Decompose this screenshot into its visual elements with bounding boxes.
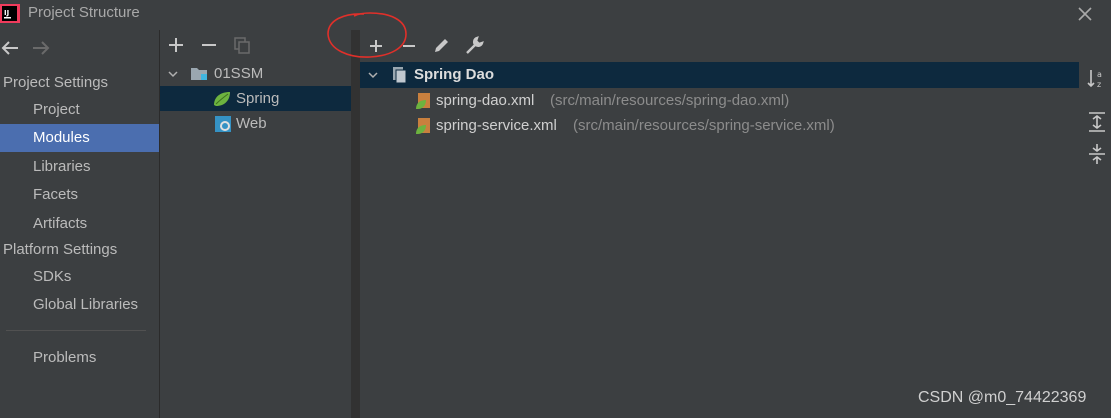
sidebar-item-facets[interactable]: Facets xyxy=(0,181,159,209)
remove-module-icon[interactable] xyxy=(199,35,219,55)
forward-arrow-icon[interactable] xyxy=(30,38,52,58)
history-navigation xyxy=(0,38,60,58)
sidebar-item-modules[interactable]: Modules xyxy=(0,124,159,152)
file-row-spring-service[interactable]: spring-service.xml (src/main/resources/s… xyxy=(415,113,1015,138)
sort-alphabetically-icon[interactable]: a z xyxy=(1087,68,1107,90)
tree-row-root[interactable]: 01SSM xyxy=(160,61,351,86)
chevron-down-icon[interactable] xyxy=(368,70,378,80)
spring-xml-file-icon xyxy=(416,118,430,134)
back-arrow-icon[interactable] xyxy=(0,38,22,58)
spring-xml-file-icon xyxy=(416,93,430,109)
chevron-down-icon[interactable] xyxy=(168,69,178,79)
panel-splitter[interactable] xyxy=(351,30,360,418)
facet-label-spring: Spring xyxy=(236,90,280,107)
svg-text:IJ: IJ xyxy=(4,9,9,17)
project-settings-header: Project Settings xyxy=(3,74,109,91)
context-row-spring-dao[interactable]: Spring Dao xyxy=(360,62,1079,88)
sidebar-item-libraries[interactable]: Libraries xyxy=(0,153,159,181)
spring-leaf-icon xyxy=(214,92,230,106)
sidebar-item-global-libraries[interactable]: Global Libraries xyxy=(0,291,159,319)
file-path: (src/main/resources/spring-service.xml) xyxy=(573,117,835,134)
spring-facet-detail-panel: Spring Dao spring-dao.xml (src/main/reso… xyxy=(360,30,1111,418)
close-icon[interactable] xyxy=(1075,4,1095,24)
file-name: spring-service.xml xyxy=(436,117,557,134)
svg-text:z: z xyxy=(1097,80,1101,89)
edit-pencil-icon[interactable] xyxy=(431,36,451,56)
window-title: Project Structure xyxy=(28,4,140,21)
collapse-all-icon[interactable] xyxy=(1087,143,1107,165)
tree-row-web[interactable]: Web xyxy=(160,111,351,136)
sidebar-item-sdks[interactable]: SDKs xyxy=(0,263,159,291)
context-name: Spring Dao xyxy=(414,66,495,83)
web-icon xyxy=(215,116,231,132)
svg-text:a: a xyxy=(1097,70,1102,79)
file-name: spring-dao.xml xyxy=(436,92,535,109)
add-module-icon[interactable] xyxy=(166,35,186,55)
facet-label-web: Web xyxy=(236,115,267,132)
modules-tree-panel: 01SSM Spring Web xyxy=(160,30,351,418)
platform-settings-header: Platform Settings xyxy=(3,241,118,258)
wrench-icon[interactable] xyxy=(464,36,484,56)
tree-row-spring[interactable]: Spring xyxy=(160,86,351,111)
sidebar-item-project[interactable]: Project xyxy=(0,96,159,124)
module-folder-icon xyxy=(191,68,207,80)
file-row-spring-dao[interactable]: spring-dao.xml (src/main/resources/sprin… xyxy=(415,88,1015,113)
title-bar: IJ Project Structure xyxy=(0,0,1111,28)
annotation-circle xyxy=(327,12,407,58)
sidebar-divider xyxy=(6,330,146,331)
copy-module-icon[interactable] xyxy=(232,35,252,55)
settings-sidebar: Project Settings Project Modules Librari… xyxy=(0,30,159,418)
sidebar-item-problems[interactable]: Problems xyxy=(0,344,159,372)
watermark: CSDN @m0_74422369 xyxy=(918,389,1087,406)
intellij-logo-icon: IJ xyxy=(0,4,20,23)
sidebar-item-artifacts[interactable]: Artifacts xyxy=(0,210,159,238)
module-name: 01SSM xyxy=(214,65,264,82)
expand-all-icon[interactable] xyxy=(1087,111,1107,133)
file-set-icon xyxy=(393,67,407,84)
file-path: (src/main/resources/spring-dao.xml) xyxy=(550,92,790,109)
